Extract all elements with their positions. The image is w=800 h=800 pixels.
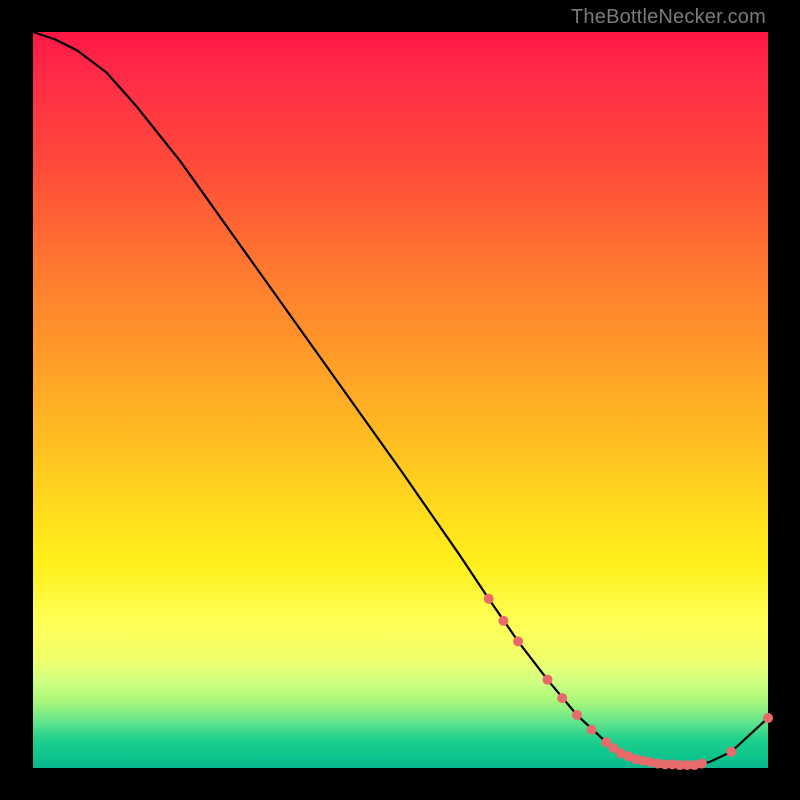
plot-area [33, 32, 768, 768]
data-point [726, 747, 736, 757]
data-point [697, 759, 707, 769]
line-series [33, 32, 768, 768]
data-point [557, 693, 567, 703]
data-point [484, 594, 494, 604]
marker-layer [484, 594, 773, 770]
data-point [513, 636, 523, 646]
data-point [763, 713, 773, 723]
data-point [543, 675, 553, 685]
attribution-link[interactable]: TheBottleNecker.com [571, 6, 766, 29]
data-point [498, 616, 508, 626]
data-point [587, 725, 597, 735]
curve-path [33, 32, 768, 765]
chart-stage: TheBottleNecker.com [0, 0, 800, 800]
data-point [572, 710, 582, 720]
